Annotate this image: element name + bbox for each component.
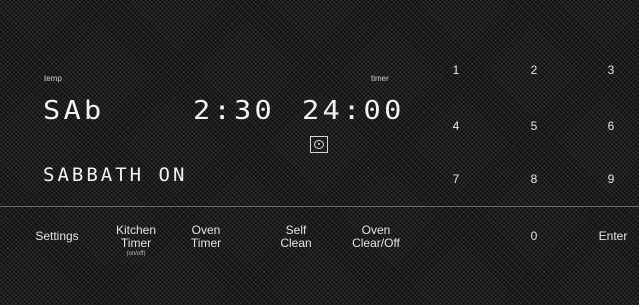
settings-button[interactable]: Settings [30, 230, 84, 243]
status-message: SABBATH ON [43, 164, 188, 186]
settings-label: Settings [35, 229, 79, 243]
key-0[interactable]: 0 [524, 230, 544, 243]
key-9[interactable]: 9 [601, 173, 621, 186]
oven-control-panel: temp timer SAb 2:30 24:00 SABBATH ON 1 2… [0, 0, 639, 305]
key-5[interactable]: 5 [524, 120, 544, 133]
key-1[interactable]: 1 [446, 64, 466, 77]
timer-readout: 24:00 [302, 96, 405, 126]
kitchen-timer-sublabel: (on/off) [126, 251, 146, 257]
kitchen-timer-label: Kitchen Timer [115, 223, 157, 250]
key-4[interactable]: 4 [446, 120, 466, 133]
panel-divider [0, 206, 639, 207]
oven-clear-off-button[interactable]: Oven Clear/Off [344, 224, 408, 250]
timer-label: timer [371, 74, 389, 83]
oven-timer-label: Oven Timer [190, 223, 222, 250]
key-3[interactable]: 3 [601, 64, 621, 77]
enter-label: Enter [598, 229, 628, 243]
enter-button[interactable]: Enter [594, 230, 632, 243]
key-7[interactable]: 7 [446, 173, 466, 186]
key-2[interactable]: 2 [524, 64, 544, 77]
self-clean-label: Self Clean [280, 223, 312, 250]
oven-timer-button[interactable]: Oven Timer [182, 224, 230, 250]
oven-clear-off-label: Oven Clear/Off [352, 223, 400, 250]
self-clean-button[interactable]: Self Clean [274, 224, 318, 250]
temp-readout: SAb [43, 96, 105, 126]
key-8[interactable]: 8 [524, 173, 544, 186]
clock-readout: 2:30 [193, 96, 276, 126]
temp-label: temp [44, 74, 62, 83]
kitchen-timer-button[interactable]: Kitchen Timer (on/off) [110, 224, 162, 259]
oven-mode-icon [310, 136, 328, 153]
key-6[interactable]: 6 [601, 120, 621, 133]
